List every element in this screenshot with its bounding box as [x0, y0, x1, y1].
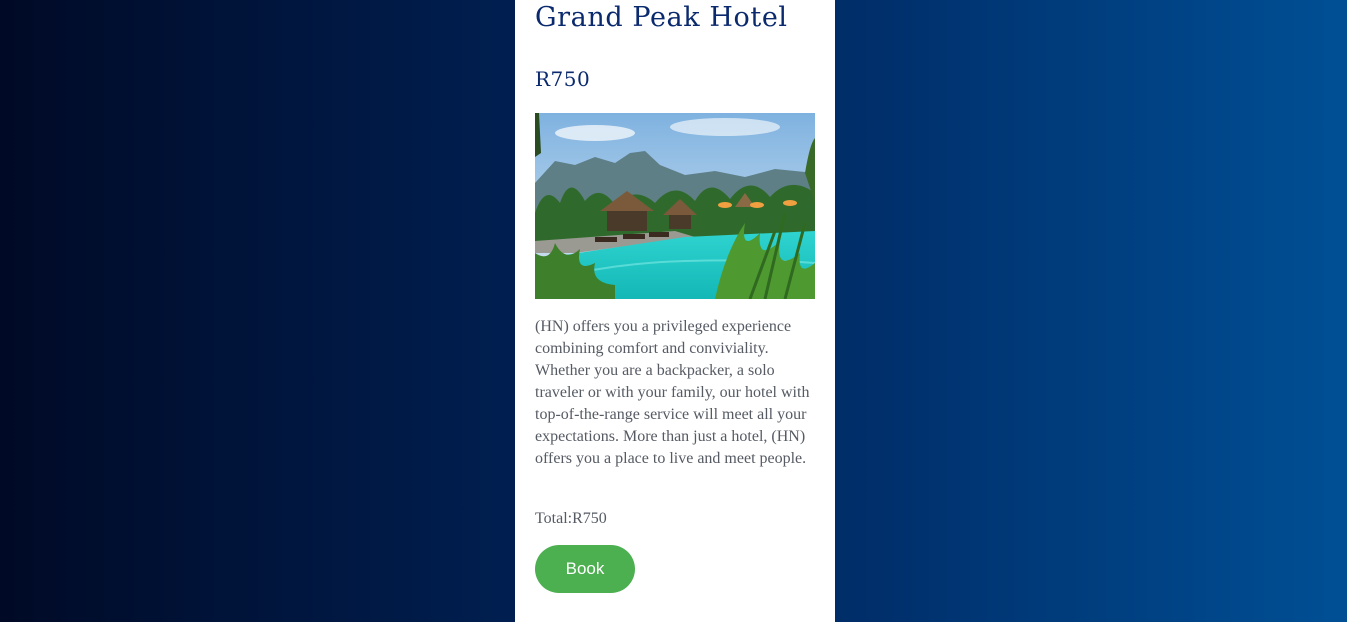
hotel-card: Grand Peak Hotel R750 (HN) offers you a … [515, 0, 835, 622]
hotel-photo [535, 113, 815, 299]
total-price: Total:R750 [535, 510, 607, 527]
hotel-name: Grand Peak Hotel [535, 2, 788, 33]
hotel-price: R750 [535, 67, 591, 91]
book-button[interactable]: Book [535, 545, 635, 593]
hotel-description: (HN) offers you a privileged experience … [535, 318, 810, 467]
